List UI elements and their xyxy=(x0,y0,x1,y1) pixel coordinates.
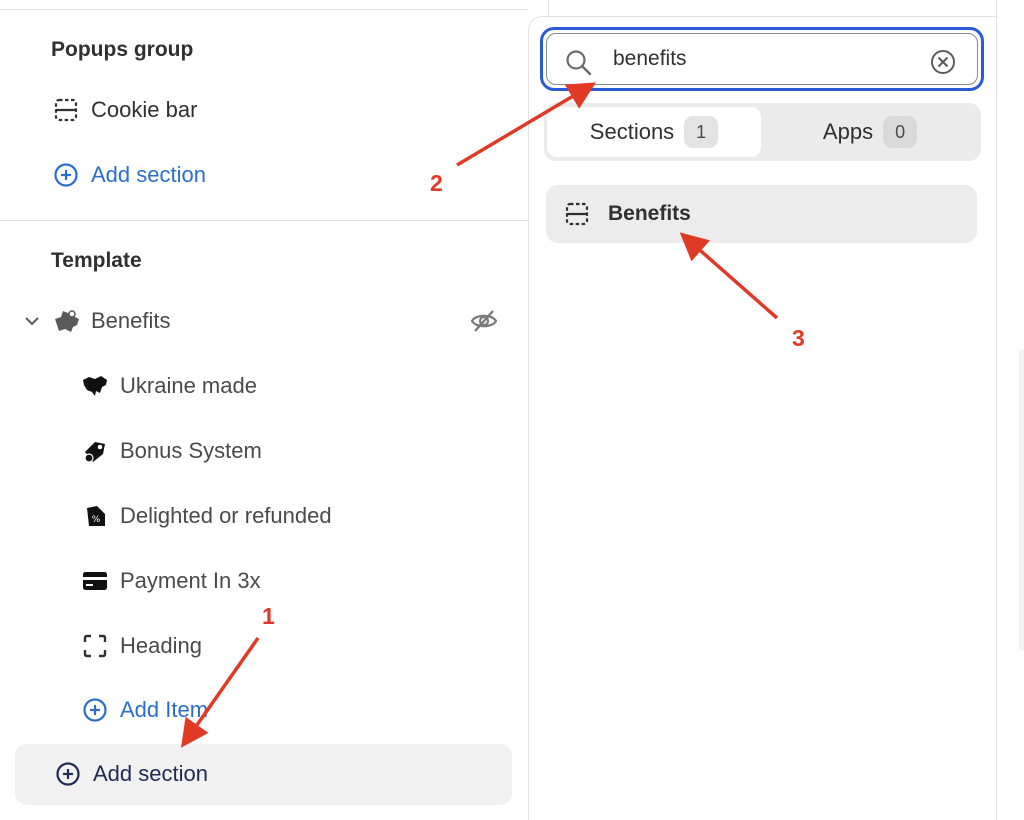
search-icon xyxy=(564,48,594,83)
block-item-payment-in-3x[interactable]: Payment In 3x xyxy=(80,561,261,601)
divider xyxy=(0,9,528,10)
tab-label: Sections xyxy=(589,119,675,144)
benefits-section-icon xyxy=(51,306,81,336)
template-add-section-button[interactable]: Add section xyxy=(15,744,512,805)
section-icon xyxy=(562,199,592,229)
svg-text:%: % xyxy=(92,515,101,525)
section-item-label: Cookie bar xyxy=(91,97,198,122)
block-item-bonus-system[interactable]: Bonus System xyxy=(80,431,262,471)
ukraine-map-icon xyxy=(80,371,110,401)
result-label: Benefits xyxy=(608,202,691,225)
add-item-label: Add Item xyxy=(120,697,209,722)
template-group-title: Template xyxy=(51,249,142,272)
add-section-label: Add section xyxy=(91,162,206,187)
credit-card-icon xyxy=(80,566,110,596)
eye-slash-icon[interactable] xyxy=(468,306,500,336)
divider xyxy=(0,220,528,221)
tab-apps[interactable]: Apps 0 xyxy=(762,107,978,157)
section-item-label: Benefits xyxy=(91,308,171,333)
add-section-row: Add section xyxy=(53,754,208,794)
section-search-field[interactable] xyxy=(540,27,984,91)
section-item-benefits[interactable]: Benefits xyxy=(51,301,171,341)
section-icon xyxy=(51,95,81,125)
picker-tabs: Sections 1 Apps 0 xyxy=(544,103,981,161)
bonus-tag-icon xyxy=(80,436,110,466)
add-item-button[interactable]: Add Item xyxy=(80,690,208,730)
block-item-label: Payment In 3x xyxy=(120,568,261,593)
heading-frame-icon xyxy=(80,631,110,661)
tab-label: Apps xyxy=(822,119,874,144)
count-badge: 0 xyxy=(883,116,918,148)
annotation-number-3: 3 xyxy=(792,325,805,351)
annotation-number-1: 1 xyxy=(262,603,275,629)
search-result-benefits[interactable]: Benefits xyxy=(546,185,977,243)
block-item-label: Bonus System xyxy=(120,438,262,463)
plus-circle-icon xyxy=(53,759,83,789)
theme-editor-sidebar: Popups group Cookie bar Add section Temp… xyxy=(0,0,528,820)
chevron-down-icon[interactable] xyxy=(22,311,42,331)
panel-top-strip xyxy=(548,0,996,16)
block-item-delighted-or-refunded[interactable]: % Delighted or refunded xyxy=(80,496,332,536)
popups-add-section-button[interactable]: Add section xyxy=(51,155,206,195)
block-item-label: Heading xyxy=(120,633,202,658)
search-inner xyxy=(546,33,978,85)
add-section-label: Add section xyxy=(93,761,208,786)
section-item-cookie-bar[interactable]: Cookie bar xyxy=(51,90,197,130)
discount-tag-icon: % xyxy=(80,501,110,531)
count-badge: 1 xyxy=(684,116,719,148)
tab-sections[interactable]: Sections 1 xyxy=(547,107,761,157)
block-item-heading[interactable]: Heading xyxy=(80,626,202,666)
annotation-number-2: 2 xyxy=(430,170,443,196)
block-item-label: Delighted or refunded xyxy=(120,503,332,528)
search-input[interactable] xyxy=(613,40,913,78)
block-item-ukraine-made[interactable]: Ukraine made xyxy=(80,366,257,406)
plus-circle-icon xyxy=(51,160,81,190)
block-item-label: Ukraine made xyxy=(120,373,257,398)
scrollbar[interactable] xyxy=(1019,350,1024,650)
clear-search-icon[interactable] xyxy=(929,48,957,81)
plus-circle-icon xyxy=(80,695,110,725)
popups-group-title: Popups group xyxy=(51,38,194,61)
